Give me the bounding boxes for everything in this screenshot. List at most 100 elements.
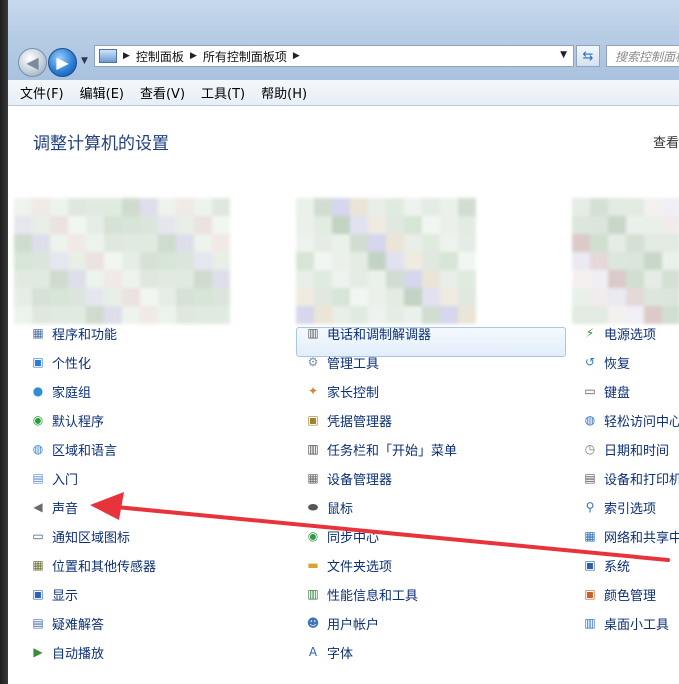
control-panel-item[interactable]: ▦ 设备管理器: [305, 467, 392, 489]
mosaic-cell: [440, 270, 458, 288]
breadcrumb-control-panel[interactable]: 控制面板: [136, 48, 184, 65]
chevron-right-icon[interactable]: ▶: [190, 51, 197, 61]
control-panel-item[interactable]: ✦ 家长控制: [305, 380, 379, 402]
mosaic-cell: [590, 288, 608, 306]
mosaic-cell: [608, 234, 626, 252]
control-panel-item[interactable]: ↺ 恢复: [582, 351, 630, 373]
control-panel-item[interactable]: ▥ 任务栏和「开始」菜单: [305, 438, 457, 460]
recent-pages-dropdown[interactable]: ▼: [81, 56, 88, 66]
menu-tools[interactable]: 工具(T): [201, 83, 245, 102]
control-panel-item[interactable]: ⚡ 电源选项: [582, 322, 656, 344]
mosaic-cell: [608, 252, 626, 270]
mosaic-cell: [104, 216, 122, 234]
mosaic-cell: [32, 216, 50, 234]
mosaic-cell: [140, 252, 158, 270]
mosaic-cell: [644, 288, 662, 306]
control-panel-item[interactable]: ▥ 桌面小工具: [582, 612, 669, 634]
mosaic-cell: [332, 288, 350, 306]
control-panel-item[interactable]: ▤ 入门: [30, 467, 78, 489]
mosaic-cell: [644, 234, 662, 252]
mosaic-cell: [50, 270, 68, 288]
control-panel-item[interactable]: ▣ 个性化: [30, 351, 91, 373]
chevron-right-icon[interactable]: ▶: [123, 51, 130, 61]
menu-edit[interactable]: 编辑(E): [80, 83, 124, 102]
control-panel-item[interactable]: ◀ 声音: [30, 496, 78, 518]
control-panel-item[interactable]: ▣ 系统: [582, 554, 630, 576]
mosaic-cell: [332, 270, 350, 288]
control-panel-item[interactable]: ▬ 文件夹选项: [305, 554, 392, 576]
recovery-icon: ↺: [584, 355, 596, 369]
control-panel-item-label: 网络和共享中心: [604, 530, 679, 546]
mosaic-cell: [32, 270, 50, 288]
menu-bar: 文件(F) 编辑(E) 查看(V) 工具(T) 帮助(H): [8, 80, 679, 106]
mosaic-cell: [176, 270, 194, 288]
mosaic-cell: [140, 234, 158, 252]
control-panel-item[interactable]: ◍ 轻松访问中心: [582, 409, 679, 431]
forward-button[interactable]: ▶: [48, 48, 77, 77]
control-panel-item[interactable]: ▦ 程序和功能: [30, 322, 117, 344]
control-panel-item[interactable]: ◉ 同步中心: [305, 525, 379, 547]
control-panel-item[interactable]: ◉ 默认程序: [30, 409, 104, 431]
back-button[interactable]: ◀: [18, 48, 47, 77]
control-panel-item[interactable]: ▤ 疑难解答: [30, 612, 104, 634]
control-panel-item-label: 声音: [52, 501, 79, 517]
mosaic-cell: [332, 198, 350, 216]
control-panel-icon: [99, 49, 117, 63]
menu-view[interactable]: 查看(V): [140, 83, 185, 102]
control-panel-item[interactable]: ▭ 通知区域图标: [30, 525, 130, 547]
control-panel-item[interactable]: ▦ 位置和其他传感器: [30, 554, 156, 576]
mosaic-cell: [212, 252, 230, 270]
mosaic-cell: [386, 288, 404, 306]
breadcrumb-all-items[interactable]: 所有控制面板项: [203, 48, 287, 65]
control-panel-item[interactable]: ⚙ 管理工具: [305, 351, 379, 373]
control-panel-item[interactable]: ▦ 网络和共享中心: [582, 525, 679, 547]
keyboard-icon: ▭: [584, 384, 596, 398]
control-panel-item[interactable]: ☻ 用户帐户: [305, 612, 379, 634]
mosaic-cell: [590, 216, 608, 234]
control-panel-item[interactable]: ▣ 凭据管理器: [305, 409, 392, 431]
view-by-label[interactable]: 查看: [653, 132, 679, 151]
refresh-button[interactable]: ⇆: [576, 45, 600, 67]
mosaic-cell: [212, 234, 230, 252]
mosaic-cell: [296, 198, 314, 216]
control-panel-item[interactable]: ▭ 键盘: [582, 380, 630, 402]
address-bar[interactable]: ▶ 控制面板 ▶ 所有控制面板项 ▶ ▼: [94, 45, 574, 67]
search-input[interactable]: 搜索控制面板: [606, 45, 679, 67]
control-panel-item-label: 键盘: [604, 385, 631, 401]
menu-file[interactable]: 文件(F): [20, 83, 64, 102]
autoplay-icon: ▶: [33, 645, 43, 659]
mosaic-cell: [458, 198, 476, 216]
credential-icon: ▣: [307, 413, 319, 427]
sensor-icon: ▦: [32, 558, 44, 572]
control-panel-item[interactable]: ▤ 设备和打印机: [582, 467, 679, 489]
control-panel-item[interactable]: ▥ 性能信息和工具: [305, 583, 418, 605]
mosaic-cell: [440, 306, 458, 324]
control-panel-item[interactable]: ⚲ 索引选项: [582, 496, 656, 518]
mosaic-cell: [212, 270, 230, 288]
mosaic-cell: [158, 288, 176, 306]
control-panel-item[interactable]: ⬬ 鼠标: [305, 496, 353, 518]
control-panel-item[interactable]: ▣ 颜色管理: [582, 583, 656, 605]
control-panel-item-label: 疑难解答: [52, 617, 105, 633]
mosaic-cell: [422, 198, 440, 216]
homegroup-icon: ●: [32, 384, 44, 398]
troubleshoot-icon: ▤: [32, 616, 44, 630]
control-panel-item[interactable]: ● 家庭组: [30, 380, 91, 402]
address-dropdown-icon[interactable]: ▼: [560, 50, 567, 60]
mosaic-cell: [440, 288, 458, 306]
control-panel-item-label: 日期和时间: [604, 443, 670, 459]
control-panel-item[interactable]: ▶ 自动播放: [30, 641, 104, 663]
chevron-right-icon[interactable]: ▶: [293, 51, 300, 61]
control-panel-item[interactable]: ▥ 电话和调制解调器: [305, 322, 431, 344]
mosaic-cell: [404, 234, 422, 252]
control-panel-item[interactable]: ◷ 日期和时间: [582, 438, 669, 460]
menu-help[interactable]: 帮助(H): [261, 83, 307, 102]
mosaic-cell: [86, 216, 104, 234]
mosaic-cell: [644, 198, 662, 216]
control-panel-item[interactable]: ▣ 显示: [30, 583, 78, 605]
control-panel-item-label: 自动播放: [52, 646, 105, 662]
control-panel-item[interactable]: ◍ 区域和语言: [30, 438, 117, 460]
mosaic-cell: [608, 216, 626, 234]
control-panel-item-label: 文件夹选项: [327, 559, 393, 575]
control-panel-item[interactable]: A 字体: [305, 641, 353, 663]
